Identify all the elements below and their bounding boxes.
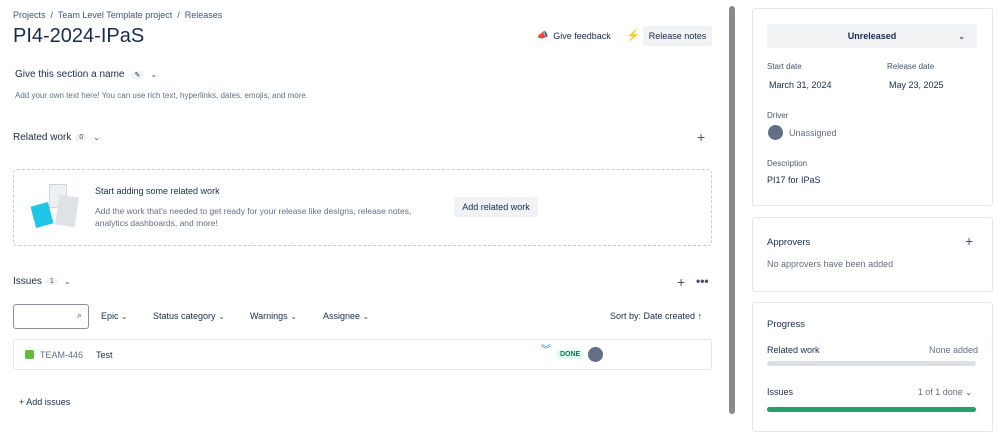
- add-related-work-button[interactable]: Add related work: [454, 197, 538, 217]
- issues-count-badge: 1: [45, 278, 58, 285]
- edit-pencil-icon[interactable]: ✎: [130, 70, 145, 79]
- filter-epic[interactable]: Epic ⌄: [101, 311, 153, 321]
- arrow-up-icon: ↑: [697, 311, 703, 321]
- issues-label: Issues: [767, 387, 794, 397]
- release-date-label: Release date: [887, 62, 935, 71]
- table-row[interactable]: TEAM-446 Test ︾ DONE: [13, 339, 712, 370]
- description[interactable]: PI17 for IPaS: [767, 175, 821, 185]
- filter-warnings[interactable]: Warnings ⌄: [250, 311, 323, 321]
- issue-key[interactable]: TEAM-446: [40, 350, 83, 360]
- issue-summary[interactable]: Test: [96, 350, 113, 360]
- page-title: PI4-2024-IPaS: [13, 25, 145, 47]
- progress-title: Progress: [767, 319, 806, 330]
- related-work-empty-state: Start adding some related work Add the w…: [13, 169, 712, 246]
- start-date[interactable]: March 31, 2024: [769, 80, 832, 90]
- status-badge: DONE: [557, 350, 584, 359]
- give-feedback-button[interactable]: 📣 Give feedback: [537, 30, 611, 41]
- breadcrumb-projects[interactable]: Projects: [13, 10, 46, 20]
- story-icon: [25, 350, 34, 359]
- approvers-empty: No approvers have been added: [767, 259, 894, 269]
- scrollbar[interactable]: [729, 6, 735, 414]
- progress-card: Progress Related work None added Issues …: [752, 302, 993, 432]
- issue-search-input[interactable]: ⌕: [13, 304, 89, 329]
- related-work-progress-bar: [767, 361, 976, 366]
- driver-label: Driver: [767, 111, 789, 120]
- related-count-badge: 0: [75, 134, 88, 141]
- add-related-plus-icon[interactable]: +: [697, 129, 705, 145]
- add-issue-plus-icon[interactable]: +: [677, 274, 685, 290]
- empty-text-1: Add the work that's needed to get ready …: [95, 206, 412, 216]
- filter-assignee[interactable]: Assignee ⌄: [323, 311, 369, 321]
- breadcrumb: Projects / Team Level Template project /…: [13, 10, 223, 20]
- lightning-icon[interactable]: ⚡: [626, 29, 640, 42]
- breadcrumb-project[interactable]: Team Level Template project: [58, 10, 172, 20]
- issues-progress-bar: [767, 407, 976, 412]
- chevron-down-icon: ⌄: [958, 31, 965, 41]
- priority-lowest-icon: ︾: [541, 345, 551, 356]
- driver-field[interactable]: Unassigned: [768, 125, 837, 140]
- chevron-down-icon[interactable]: ⌄: [150, 70, 157, 79]
- description-label: Description: [767, 159, 808, 168]
- release-details-card: Unreleased ⌄ Start date March 31, 2024 Re…: [752, 8, 993, 206]
- start-date-label: Start date: [767, 62, 802, 71]
- release-status-dropdown[interactable]: Unreleased ⌄: [767, 24, 977, 48]
- chevron-down-icon[interactable]: ⌄: [64, 277, 71, 286]
- related-work-value: None added: [928, 345, 978, 355]
- add-issues-button[interactable]: + Add issues: [19, 397, 70, 407]
- empty-text-2: analytics dashboards, and more!: [95, 218, 218, 228]
- avatar[interactable]: [588, 347, 603, 362]
- add-approver-plus-icon[interactable]: +: [965, 233, 973, 249]
- release-notes-button[interactable]: Release notes: [643, 26, 712, 46]
- avatar: [768, 125, 783, 140]
- sort-button[interactable]: Sort by: Date created ↑: [610, 311, 702, 321]
- empty-title: Start adding some related work: [95, 186, 220, 196]
- search-icon: ⌕: [76, 310, 82, 320]
- breadcrumb-releases[interactable]: Releases: [185, 10, 223, 20]
- filter-status-category[interactable]: Status category ⌄: [153, 311, 250, 321]
- related-work-label: Related work: [767, 345, 820, 355]
- chevron-down-icon[interactable]: ⌄: [93, 133, 100, 142]
- issues-heading: Issues 1 ⌄: [13, 276, 71, 287]
- megaphone-icon: 📣: [537, 30, 549, 40]
- more-actions-icon[interactable]: •••: [696, 274, 709, 288]
- approvers-card: Approvers + No approvers have been added: [752, 217, 993, 292]
- section-text[interactable]: Add your own text here! You can use rich…: [15, 91, 308, 100]
- approvers-title: Approvers: [767, 237, 811, 248]
- related-work-heading: Related work 0 ⌄: [13, 132, 100, 143]
- plus-icon: +: [19, 397, 25, 407]
- issues-progress-toggle[interactable]: 1 of 1 done ⌄: [918, 387, 972, 397]
- release-date[interactable]: May 23, 2025: [889, 80, 944, 90]
- issue-filters: Epic ⌄ Status category ⌄ Warnings ⌄ Assi…: [101, 311, 369, 321]
- related-work-illustration: [30, 184, 79, 228]
- section-name: Give this section a name ✎ ⌄: [15, 69, 158, 80]
